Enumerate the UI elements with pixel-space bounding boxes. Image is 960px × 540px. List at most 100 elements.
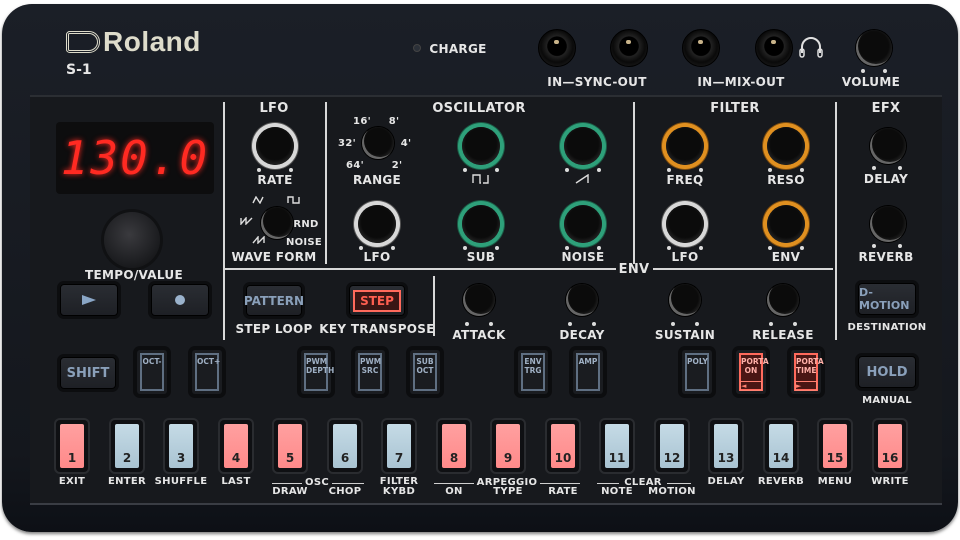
mix-in-jack[interactable] — [682, 29, 720, 67]
step-button-1[interactable]: 1 — [56, 420, 88, 472]
decay-knob[interactable] — [566, 284, 598, 316]
step-button-5[interactable]: 5 — [274, 420, 306, 472]
left-arrow-icon: ◄ — [740, 381, 762, 391]
efx-title: EFX — [871, 101, 901, 116]
step-label: SHUFFLE — [154, 476, 208, 487]
range-label: RANGE — [352, 173, 402, 187]
divider-filter-efx — [835, 102, 837, 340]
delay-label: DELAY — [863, 172, 909, 186]
step-button-11[interactable]: 11 — [601, 420, 633, 472]
pattern-button[interactable]: PATTERN — [244, 285, 304, 316]
divider-osc-filter — [633, 102, 635, 264]
lfo-waveform-knob[interactable] — [261, 207, 293, 239]
osc-square-knob[interactable] — [462, 127, 500, 165]
key-transpose-label: KEY TRANSPOSE — [319, 322, 435, 336]
step-button-16[interactable]: 16 — [874, 420, 906, 472]
step-button-14[interactable]: 14 — [765, 420, 797, 472]
arp-group-line-left — [434, 483, 474, 484]
record-button[interactable] — [151, 284, 209, 316]
release-label: RELEASE — [752, 328, 814, 342]
attack-knob[interactable] — [463, 284, 495, 316]
lfo-rate-label: RATE — [257, 173, 293, 187]
oct-minus-button[interactable]: OCT- — [137, 350, 167, 394]
porta-on-button[interactable]: PORTA ON ◄ — [736, 350, 769, 394]
noise-wave-label: NOISE — [285, 237, 323, 248]
sustain-knob[interactable] — [669, 284, 701, 316]
filter-lfo-knob[interactable] — [666, 205, 704, 243]
env-title: ENV — [618, 262, 650, 277]
osc-lfo-knob[interactable] — [358, 205, 396, 243]
osc-lfo-label: LFO — [363, 250, 391, 264]
led-display: 130.0 — [56, 122, 214, 194]
porta-time-button[interactable]: PORTA TIME ► — [791, 350, 824, 394]
oct-plus-button[interactable]: OCT+ — [192, 350, 222, 394]
sub-oct-button[interactable]: SUB OCT — [410, 350, 440, 394]
amp-button[interactable]: AMP — [573, 350, 603, 394]
pwm-src-button[interactable]: PWM SRC — [355, 350, 385, 394]
poly-button[interactable]: POLY — [682, 350, 712, 394]
range-knob[interactable] — [362, 127, 394, 159]
filter-freq-knob[interactable] — [666, 127, 704, 165]
step-button-6[interactable]: 6 — [329, 420, 361, 472]
step-button-4[interactable]: 4 — [220, 420, 252, 472]
step-label: NOTE — [601, 486, 633, 497]
step-number: 11 — [605, 424, 629, 468]
step-label: ON — [445, 486, 463, 497]
step-button-7[interactable]: 7 — [383, 420, 415, 472]
step-button-10[interactable]: 10 — [547, 420, 579, 472]
sync-in-jack[interactable] — [538, 29, 576, 67]
osc-sub-knob[interactable] — [462, 205, 500, 243]
range-32: 32' — [338, 138, 356, 149]
filter-reso-knob[interactable] — [767, 127, 805, 165]
step-number: 5 — [278, 424, 302, 468]
osc-noise-knob[interactable] — [564, 205, 602, 243]
osc-saw-dots — [565, 168, 601, 172]
step-button[interactable]: STEP — [349, 285, 405, 316]
pwm-src-label: PWM SRC — [358, 353, 382, 391]
hold-button[interactable]: HOLD — [858, 356, 916, 388]
reverb-dots — [872, 244, 902, 248]
release-knob[interactable] — [767, 284, 799, 316]
shift-button[interactable]: SHIFT — [60, 357, 116, 389]
filter-reso-dots — [768, 168, 804, 172]
step-number: 9 — [496, 424, 520, 468]
oct-minus-label: OCT- — [140, 353, 164, 391]
play-button[interactable] — [60, 284, 118, 316]
step-label: ENTER — [107, 476, 147, 487]
filter-env-knob[interactable] — [767, 205, 805, 243]
osc-group-line-left — [272, 483, 302, 484]
reverb-knob[interactable] — [870, 206, 906, 242]
d-motion-button[interactable]: D-MOTION — [858, 283, 916, 315]
delay-knob[interactable] — [870, 128, 906, 164]
step-button-13[interactable]: 13 — [710, 420, 742, 472]
oct-plus-label: OCT+ — [195, 353, 220, 391]
step-button-2[interactable]: 2 — [111, 420, 143, 472]
step-button-9[interactable]: 9 — [492, 420, 524, 472]
clear-group-line-left — [597, 483, 619, 484]
env-trg-button[interactable]: ENV TRG — [518, 350, 548, 394]
filter-freq-dots — [667, 168, 703, 172]
arp-group-line-right — [540, 483, 580, 484]
lfo-rate-knob[interactable] — [256, 127, 294, 165]
step-label: MENU — [817, 476, 853, 487]
pwm-depth-button[interactable]: PWM DEPTH — [301, 350, 334, 394]
tempo-label: TEMPO/VALUE — [85, 268, 183, 282]
range-2: 2' — [391, 160, 403, 171]
saw-down-wave-icon — [240, 217, 253, 225]
step-button-3[interactable]: 3 — [165, 420, 197, 472]
step-button-8[interactable]: 8 — [438, 420, 470, 472]
step-number: 2 — [115, 424, 139, 468]
volume-knob[interactable] — [856, 30, 892, 66]
oscillator-title: OSCILLATOR — [432, 101, 526, 116]
step-number: 4 — [224, 424, 248, 468]
attack-label: ATTACK — [452, 328, 506, 342]
osc-saw-knob[interactable] — [564, 127, 602, 165]
tempo-value-knob[interactable] — [104, 212, 160, 268]
step-button-15[interactable]: 15 — [819, 420, 851, 472]
env-line-right — [653, 268, 833, 270]
step-loop-label: STEP LOOP — [235, 322, 313, 336]
step-button-12[interactable]: 12 — [656, 420, 688, 472]
pwm-depth-label: PWM DEPTH — [304, 353, 334, 391]
mix-out-jack[interactable] — [755, 29, 793, 67]
sync-out-jack[interactable] — [610, 29, 648, 67]
